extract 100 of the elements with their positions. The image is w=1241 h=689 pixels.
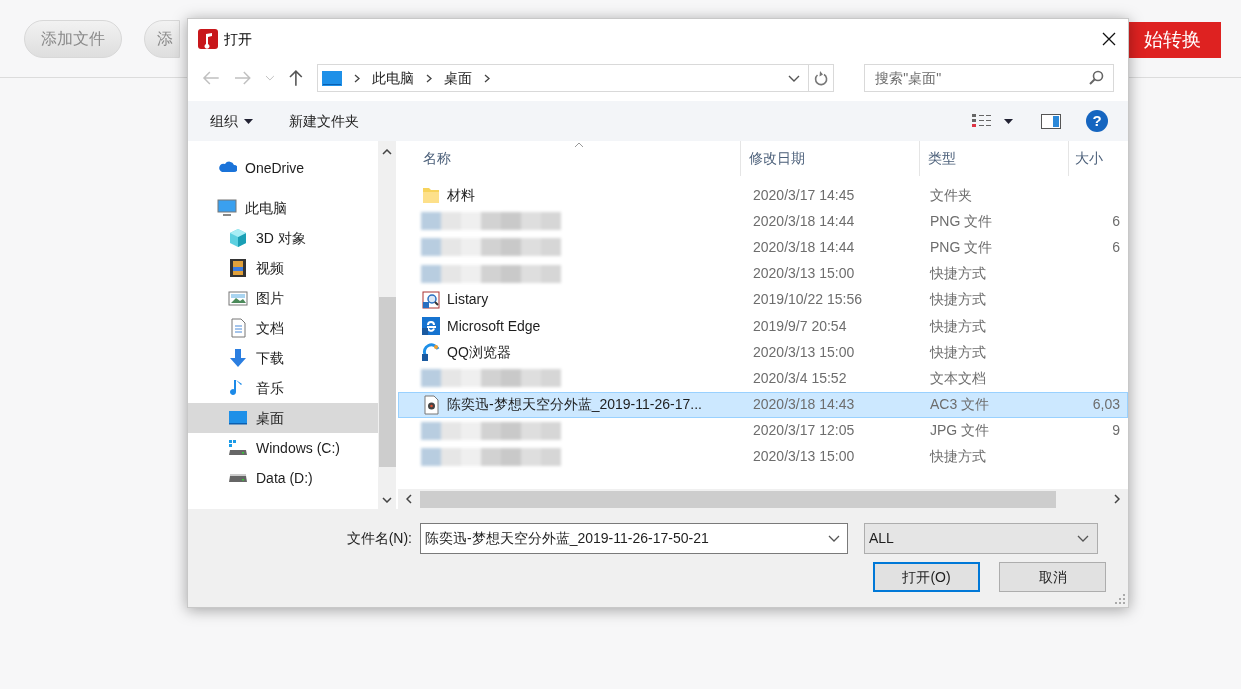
file-row[interactable]: 2020/3/18 14:44 PNG 文件 6 bbox=[398, 208, 1128, 235]
scroll-thumb[interactable] bbox=[420, 490, 1056, 508]
date-cell-text: 2020/3/17 14:45 bbox=[752, 185, 856, 205]
caret-icon[interactable] bbox=[1004, 118, 1013, 124]
date-cell-text: 2020/3/13 15:00 bbox=[752, 264, 856, 284]
file-type-dropdown[interactable]: ALL bbox=[864, 523, 1098, 554]
date-cell-text: 2020/3/18 14:44 bbox=[752, 211, 856, 231]
type-cell-text: 快捷方式 bbox=[928, 342, 987, 362]
date-cell-text: 2019/9/7 20:54 bbox=[752, 316, 848, 336]
picture-icon bbox=[228, 288, 248, 308]
chevron-right-icon[interactable] bbox=[426, 73, 432, 83]
organize-menu[interactable]: 组织 bbox=[210, 110, 253, 132]
swirl-icon bbox=[421, 342, 441, 363]
file-row[interactable]: QQ浏览器 2020/3/13 15:00 快捷方式 bbox=[398, 339, 1128, 366]
document-icon bbox=[228, 318, 248, 338]
column-header[interactable]: 修改日期 bbox=[741, 141, 920, 176]
scroll-up-icon[interactable] bbox=[382, 149, 392, 155]
type-cell-text: 文件夹 bbox=[929, 185, 973, 205]
nav-item[interactable]: Windows (C:) bbox=[188, 433, 378, 463]
nav-item[interactable]: 图片 bbox=[188, 283, 378, 313]
type-cell-text: 快捷方式 bbox=[928, 316, 987, 336]
type-cell-text: JPG 文件 bbox=[929, 421, 991, 441]
file-row[interactable]: Microsoft Edge 2019/9/7 20:54 快捷方式 bbox=[398, 312, 1128, 340]
browser-e-icon bbox=[421, 316, 441, 337]
address-bar[interactable]: 此电脑 桌面 bbox=[317, 64, 835, 92]
date-cell-text: 2020/3/18 14:43 bbox=[752, 395, 856, 415]
nav-item[interactable]: 此电脑 bbox=[188, 193, 378, 223]
size-cell: 6 bbox=[1112, 212, 1120, 229]
nav-item[interactable]: 音乐 bbox=[188, 373, 378, 403]
file-name: 陈奕迅-梦想天空分外蓝_2019-11-26-17... bbox=[447, 395, 702, 415]
type-cell-text: 快捷方式 bbox=[928, 290, 987, 310]
chevron-down-icon[interactable] bbox=[828, 535, 840, 542]
chevron-down-icon bbox=[1077, 535, 1089, 542]
help-button[interactable]: ? bbox=[1086, 110, 1108, 132]
file-row[interactable]: 2020/3/4 15:52 文本文档 bbox=[398, 365, 1128, 392]
scroll-left-icon[interactable] bbox=[406, 494, 412, 504]
file-row[interactable]: 2020/3/13 15:00 快捷方式 bbox=[398, 443, 1128, 471]
file-row[interactable]: 陈奕迅-梦想天空分外蓝_2019-11-26-17... 2020/3/18 14:43 AC3 文件 6,03 bbox=[398, 391, 1128, 418]
preview-pane-icon[interactable] bbox=[1041, 113, 1061, 129]
chevron-right-icon[interactable] bbox=[484, 73, 490, 83]
music-note-icon bbox=[198, 29, 218, 49]
nav-item[interactable]: 下载 bbox=[188, 343, 378, 373]
nav-item[interactable]: 视频 bbox=[188, 253, 378, 283]
horizontal-scrollbar[interactable] bbox=[398, 489, 1128, 509]
nav-item[interactable]: 文档 bbox=[188, 313, 378, 343]
file-row[interactable]: 2020/3/17 12:05 JPG 文件 9 bbox=[398, 417, 1128, 444]
drive-icon bbox=[228, 438, 248, 458]
breadcrumb[interactable]: 桌面 bbox=[444, 67, 472, 89]
cube-icon bbox=[228, 228, 248, 248]
up-arrow-icon[interactable] bbox=[289, 69, 303, 87]
refresh-icon bbox=[814, 70, 829, 86]
size-cell: 6,03 bbox=[1092, 396, 1120, 413]
column-header[interactable]: 类型 bbox=[919, 141, 1070, 176]
magnifier-document-icon bbox=[421, 289, 441, 310]
caret-icon bbox=[244, 118, 253, 124]
column-header[interactable]: 名称 bbox=[398, 141, 742, 176]
type-cell-text: 快捷方式 bbox=[928, 264, 987, 284]
search-field[interactable]: 搜索"桌面" bbox=[864, 64, 1114, 92]
nav-item[interactable]: Data (D:) bbox=[188, 463, 378, 493]
type-cell-text: 文本文档 bbox=[929, 368, 987, 388]
breadcrumb[interactable]: 此电脑 bbox=[372, 67, 414, 89]
filename-label: 文件名(N): bbox=[345, 529, 413, 548]
file-row[interactable]: 2020/3/13 15:00 快捷方式 bbox=[398, 260, 1128, 287]
monitor-icon bbox=[217, 198, 237, 218]
nav-item[interactable]: OneDrive bbox=[188, 153, 378, 183]
type-cell-text: PNG 文件 bbox=[929, 211, 994, 231]
new-folder-button[interactable]: 新建文件夹 bbox=[289, 110, 359, 132]
date-cell-text: 2020/3/4 15:52 bbox=[752, 368, 848, 388]
scroll-thumb[interactable] bbox=[378, 297, 396, 467]
scroll-down-icon[interactable] bbox=[382, 497, 392, 503]
chevron-down-icon[interactable] bbox=[788, 74, 801, 82]
view-list-icon[interactable] bbox=[972, 113, 992, 129]
dialog-button[interactable]: 打开(O) bbox=[873, 562, 980, 592]
desktop-icon bbox=[322, 70, 342, 86]
desktop-icon bbox=[228, 408, 248, 428]
type-cell-text: 快捷方式 bbox=[928, 447, 987, 467]
down-arrow-icon bbox=[228, 348, 248, 368]
audio-file-icon bbox=[421, 394, 441, 415]
type-cell-text: AC3 文件 bbox=[929, 395, 991, 415]
nav-item[interactable]: 3D 对象 bbox=[188, 223, 378, 253]
column-header[interactable]: 大小 bbox=[1069, 141, 1128, 176]
nav-item[interactable]: 桌面 bbox=[188, 403, 378, 433]
sort-caret-icon bbox=[574, 142, 584, 148]
file-name: QQ浏览器 bbox=[447, 342, 511, 362]
dialog-button[interactable]: 取消 bbox=[999, 562, 1106, 592]
resize-grip-icon[interactable] bbox=[1115, 594, 1125, 604]
file-row[interactable]: 材料 2020/3/17 14:45 文件夹 bbox=[398, 182, 1128, 209]
vertical-scrollbar[interactable] bbox=[378, 141, 396, 509]
chevron-right-icon[interactable] bbox=[354, 73, 360, 83]
size-cell: 6 bbox=[1112, 238, 1120, 255]
date-cell-text: 2019/10/22 15:56 bbox=[752, 290, 863, 310]
type-cell-text: PNG 文件 bbox=[929, 237, 994, 257]
file-name: Listary bbox=[447, 290, 489, 310]
filename-field[interactable]: 陈奕迅-梦想天空分外蓝_2019-11-26-17-50-21 bbox=[420, 523, 848, 554]
scroll-right-icon[interactable] bbox=[1114, 494, 1120, 504]
file-row[interactable]: 2020/3/18 14:44 PNG 文件 6 bbox=[398, 234, 1128, 261]
close-icon[interactable] bbox=[1102, 32, 1116, 46]
file-row[interactable]: Listary 2019/10/22 15:56 快捷方式 bbox=[398, 286, 1128, 313]
search-icon bbox=[1089, 70, 1104, 85]
file-name: Microsoft Edge bbox=[447, 316, 541, 336]
